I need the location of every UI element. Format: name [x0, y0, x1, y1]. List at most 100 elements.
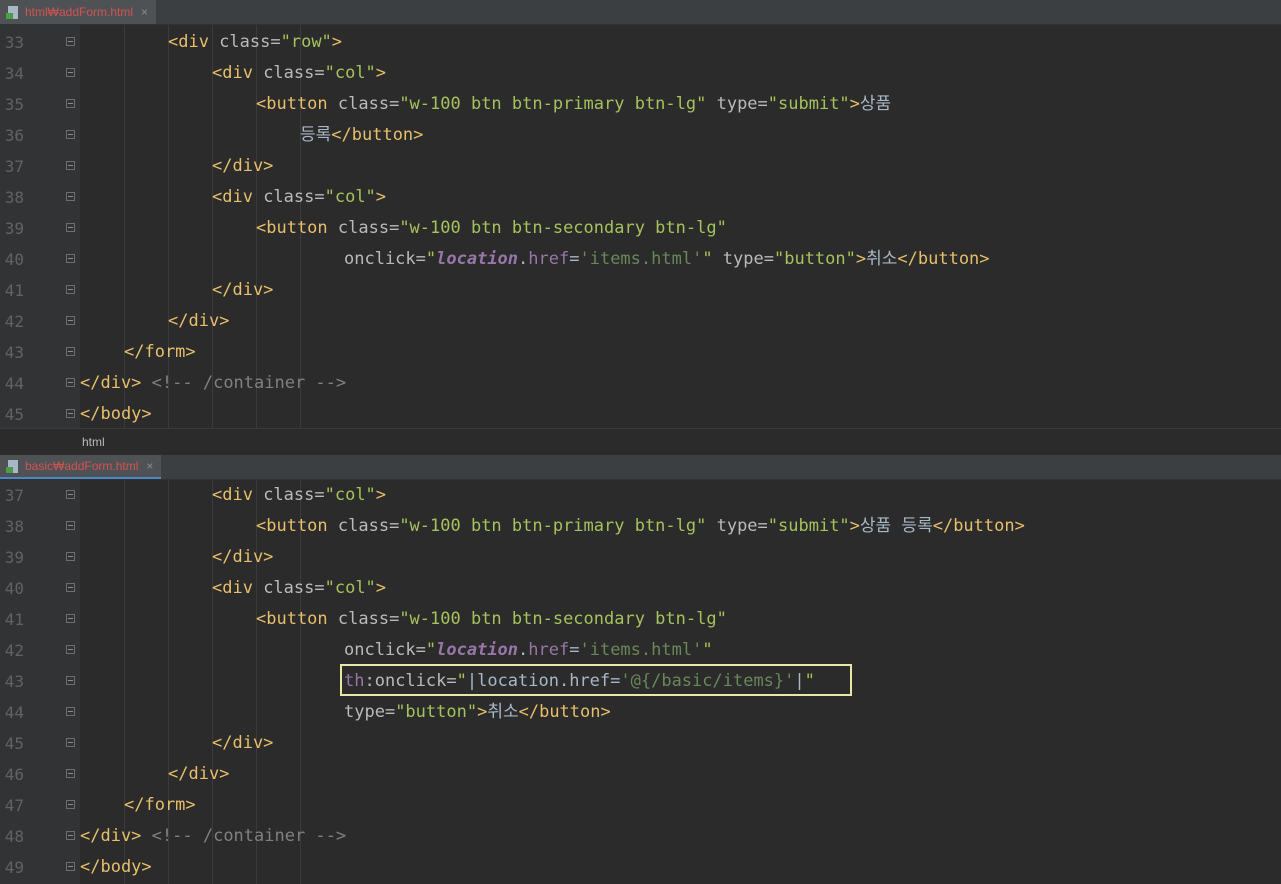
code-token: </button> — [331, 125, 424, 145]
fold-marker-icon[interactable] — [66, 676, 75, 687]
line-number: 36 — [4, 126, 24, 145]
fold-marker-icon[interactable] — [66, 738, 75, 749]
code-line[interactable]: 49 </body> — [0, 852, 1281, 883]
code-line[interactable]: 42 </div> — [0, 306, 1281, 337]
fold-marker-icon[interactable] — [66, 490, 75, 501]
code-token: "col" — [324, 485, 376, 505]
line-number: 42 — [4, 641, 24, 660]
code-token: href — [528, 249, 570, 269]
tab-basic-addform[interactable]: basic₩addForm.html × — [0, 455, 162, 479]
code-line[interactable]: 39 </div> — [0, 542, 1281, 573]
code-line[interactable]: 40 onclick="location.href='items.html'" t… — [0, 244, 1281, 275]
code-token: > — [375, 485, 387, 505]
fold-marker-icon[interactable] — [66, 378, 75, 389]
fold-marker-icon[interactable] — [66, 552, 75, 563]
code-line[interactable]: 41 <button class="w-100 btn btn-secondary… — [0, 604, 1281, 635]
code-line[interactable]: 44 type="button">취소</button> — [0, 697, 1281, 728]
editor-pane-bottom[interactable]: 37 <div class="col"> 38 <button class="w-10… — [0, 480, 1281, 884]
fold-marker-icon[interactable] — [66, 862, 75, 873]
fold-marker-icon[interactable] — [66, 99, 75, 110]
code-token: "submit" — [767, 516, 850, 536]
fold-marker-icon[interactable] — [66, 192, 75, 203]
fold-marker-icon[interactable] — [66, 316, 75, 327]
code-token: class= — [337, 218, 400, 238]
code-line[interactable]: 34 <div class="col"> — [0, 58, 1281, 89]
breadcrumb-item[interactable]: html — [82, 435, 105, 449]
code-line[interactable]: 39 <button class="w-100 btn btn-secondary… — [0, 213, 1281, 244]
code-line[interactable]: 47 </form> — [0, 790, 1281, 821]
code-line[interactable]: 45 </div> — [0, 728, 1281, 759]
line-number: 44 — [4, 703, 24, 722]
html-file-icon — [6, 459, 19, 473]
line-number: 41 — [4, 610, 24, 629]
code-line[interactable]: 46 </div> — [0, 759, 1281, 790]
fold-marker-icon[interactable] — [66, 223, 75, 234]
fold-marker-icon[interactable] — [66, 285, 75, 296]
fold-marker-icon[interactable] — [66, 347, 75, 358]
fold-marker-icon[interactable] — [66, 614, 75, 625]
code-token: </div> — [212, 547, 274, 567]
code-token: class= — [337, 94, 400, 114]
fold-marker-icon[interactable] — [66, 254, 75, 265]
line-number: 34 — [4, 64, 24, 83]
code-line[interactable]: 41 </div> — [0, 275, 1281, 306]
code-token: <button — [256, 218, 338, 238]
code-token: "col" — [324, 187, 376, 207]
code-token: <div — [168, 32, 220, 52]
line-number: 37 — [4, 486, 24, 505]
code-line[interactable]: 40 <div class="col"> — [0, 573, 1281, 604]
code-text: </div> — [212, 151, 273, 182]
code-token: 취소 — [487, 702, 519, 722]
code-token: <button — [256, 94, 338, 114]
line-number: 39 — [4, 548, 24, 567]
code-line[interactable]: 37 <div class="col"> — [0, 480, 1281, 511]
fold-marker-icon[interactable] — [66, 831, 75, 842]
tab-html-addform[interactable]: html₩addForm.html × — [0, 0, 157, 24]
close-icon[interactable]: × — [141, 5, 148, 19]
code-token: class= — [263, 63, 325, 83]
code-line[interactable]: 48 </div> <!-- /container --> — [0, 821, 1281, 852]
code-line[interactable]: 33 <div class="row"> — [0, 27, 1281, 58]
code-token: </div> — [80, 373, 142, 393]
code-token: " — [702, 640, 713, 660]
code-text: <div class="col"> — [212, 573, 386, 604]
close-icon[interactable]: × — [146, 459, 153, 473]
fold-marker-icon[interactable] — [66, 68, 75, 79]
code-token: "button" — [395, 702, 478, 722]
line-number: 49 — [4, 858, 24, 877]
fold-marker-icon[interactable] — [66, 707, 75, 718]
code-line[interactable]: 36 등록</button> — [0, 120, 1281, 151]
code-token: > — [331, 32, 343, 52]
fold-marker-icon[interactable] — [66, 37, 75, 48]
code-token: <div — [212, 578, 264, 598]
fold-marker-icon[interactable] — [66, 161, 75, 172]
code-token: > — [849, 516, 860, 536]
code-token: onclick= — [344, 640, 426, 660]
fold-marker-icon[interactable] — [66, 130, 75, 141]
code-line[interactable]: 38 <div class="col"> — [0, 182, 1281, 213]
code-line[interactable]: 43 </form> — [0, 337, 1281, 368]
bottom-tab-bar: basic₩addForm.html × — [0, 455, 1281, 480]
code-token: "w-100 btn btn-secondary btn-lg" — [399, 218, 727, 238]
code-token: onclick= — [344, 249, 426, 269]
fold-marker-icon[interactable] — [66, 521, 75, 532]
fold-marker-icon[interactable] — [66, 645, 75, 656]
code-text: type="button">취소</button> — [344, 697, 611, 728]
code-line[interactable]: 42 onclick="location.href='items.html'" — [0, 635, 1281, 666]
code-line[interactable]: 37 </div> — [0, 151, 1281, 182]
fold-marker-icon[interactable] — [66, 800, 75, 811]
fold-marker-icon[interactable] — [66, 769, 75, 780]
code-text: </div> <!-- /container --> — [80, 368, 346, 399]
code-line[interactable]: 44 </div> <!-- /container --> — [0, 368, 1281, 399]
fold-marker-icon[interactable] — [66, 409, 75, 420]
selection-highlight — [340, 664, 852, 696]
editor-pane-top[interactable]: 33 <div class="row"> 34 <div class="col"> 35… — [0, 25, 1281, 428]
code-token: </div> — [168, 311, 230, 331]
line-number: 40 — [4, 579, 24, 598]
code-line[interactable]: 45 </body> — [0, 399, 1281, 430]
code-text: </div> <!-- /container --> — [80, 821, 346, 852]
code-line[interactable]: 38 <button class="w-100 btn btn-primary b… — [0, 511, 1281, 542]
fold-marker-icon[interactable] — [66, 583, 75, 594]
code-token: </div> — [212, 156, 274, 176]
code-line[interactable]: 35 <button class="w-100 btn btn-primary b… — [0, 89, 1281, 120]
